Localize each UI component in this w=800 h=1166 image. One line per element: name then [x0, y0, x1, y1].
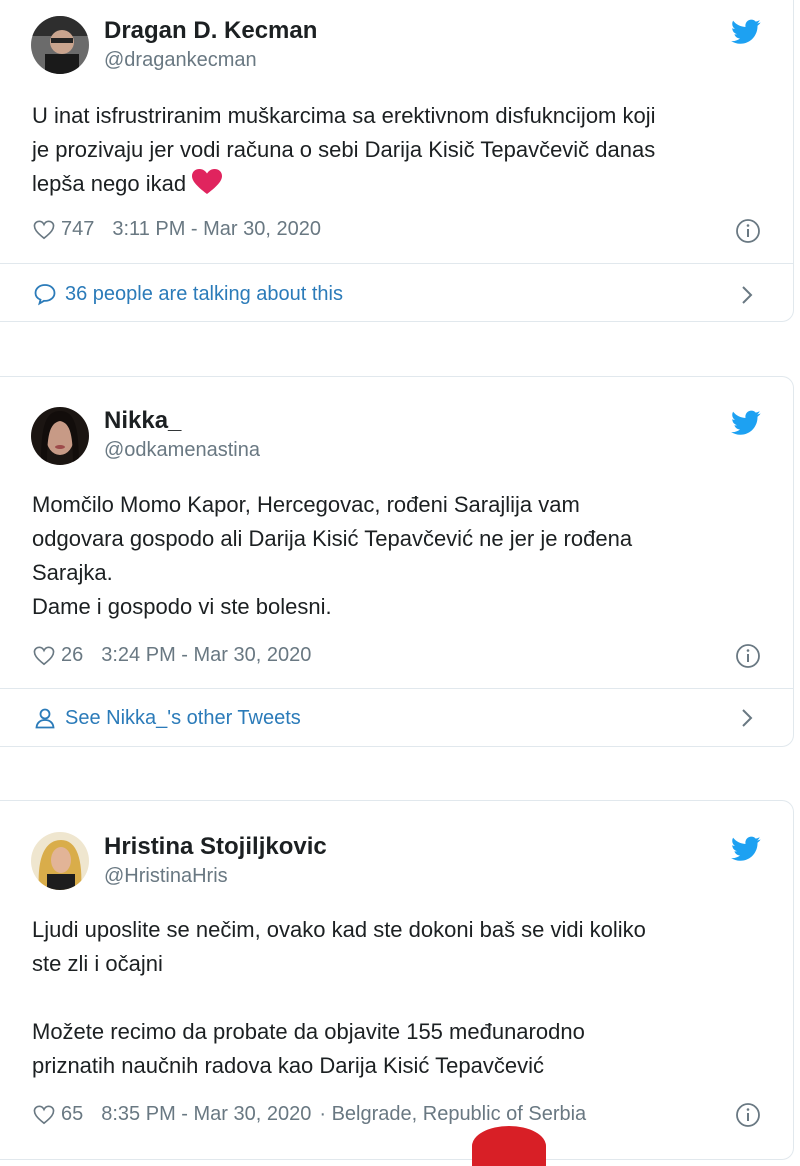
- twitter-bird-icon[interactable]: [731, 836, 761, 862]
- avatar[interactable]: [31, 407, 89, 465]
- other-tweets-link-label[interactable]: See Nikka_'s other Tweets: [65, 707, 301, 730]
- tweet-timestamp[interactable]: 3:11 PM - Mar 30, 2020: [112, 218, 321, 241]
- like-heart-icon[interactable]: [33, 646, 55, 666]
- author-name[interactable]: Dragan D. Kecman: [104, 17, 317, 45]
- tweet-text-line: [32, 981, 772, 1015]
- author-handle[interactable]: @HristinaHris: [104, 865, 228, 888]
- tweet-text: Ljudi uposlite se nečim, ovako kad ste d…: [32, 913, 772, 1083]
- tweet-timestamp[interactable]: 3:24 PM - Mar 30, 2020: [101, 644, 311, 667]
- tweet-text: Momčilo Momo Kapor, Hercegovac, rođeni S…: [32, 488, 772, 624]
- tweet-text: U inat isfrustriranim muškarcima sa erek…: [32, 99, 772, 201]
- tweet-text-line: odgovara gospodo ali Darija Kisić Tepavč…: [32, 526, 633, 551]
- tweet-meta: 747 3:11 PM - Mar 30, 2020: [33, 218, 321, 241]
- red-circle-graphic: [472, 1126, 546, 1166]
- info-icon[interactable]: [735, 1102, 761, 1128]
- avatar[interactable]: [31, 16, 89, 74]
- twitter-bird-icon[interactable]: [731, 410, 761, 436]
- tweet-card-2: Nikka_ @odkamenastina Momčilo Momo Kapor…: [0, 376, 794, 747]
- divider: [0, 263, 794, 264]
- chevron-right-icon[interactable]: [740, 284, 754, 306]
- avatar[interactable]: [31, 832, 89, 890]
- person-icon: [35, 708, 55, 729]
- author-name[interactable]: Nikka_: [104, 407, 181, 435]
- tweet-text-line: priznatih naučnih radova kao Darija Kisi…: [32, 1053, 544, 1078]
- chevron-right-icon[interactable]: [740, 707, 754, 729]
- conversation-link[interactable]: 36 people are talking about this: [33, 282, 343, 306]
- conversation-link-label[interactable]: 36 people are talking about this: [65, 283, 343, 306]
- tweet-meta: 65 8:35 PM - Mar 30, 2020 · Belgrade, Re…: [33, 1103, 586, 1126]
- like-count[interactable]: 26: [61, 644, 83, 667]
- info-icon[interactable]: [735, 643, 761, 669]
- tweet-text-line: Možete recimo da probate da objavite 155…: [32, 1019, 585, 1044]
- speech-bubble-icon: [34, 284, 56, 306]
- divider: [0, 688, 794, 689]
- other-tweets-link[interactable]: See Nikka_'s other Tweets: [33, 706, 301, 730]
- tweet-text-line: Dame i gospodo vi ste bolesni.: [32, 594, 332, 619]
- tweet-meta: 26 3:24 PM - Mar 30, 2020: [33, 644, 311, 667]
- tweet-text-line: U inat isfrustriranim muškarcima sa erek…: [32, 103, 656, 128]
- tweet-text-line: je prozivaju jer vodi računa o sebi Dari…: [32, 137, 656, 162]
- author-handle[interactable]: @odkamenastina: [104, 439, 260, 462]
- twitter-bird-icon[interactable]: [731, 19, 761, 45]
- author-name[interactable]: Hristina Stojiljkovic: [104, 833, 327, 861]
- like-heart-icon[interactable]: [33, 220, 55, 240]
- tweet-text-line: Ljudi uposlite se nečim, ovako kad ste d…: [32, 917, 646, 942]
- red-heart-emoji-icon: [192, 169, 223, 194]
- tweet-location[interactable]: · Belgrade, Republic of Serbia: [319, 1103, 586, 1126]
- like-heart-icon[interactable]: [33, 1105, 55, 1125]
- tweet-text-line: Sarajka.: [32, 560, 113, 585]
- tweet-text-line: lepša nego ikad: [32, 171, 187, 196]
- tweet-text-line: Momčilo Momo Kapor, Hercegovac, rođeni S…: [32, 492, 580, 517]
- tweet-text-line: ste zli i očajni: [32, 951, 163, 976]
- tweet-timestamp[interactable]: 8:35 PM - Mar 30, 2020: [101, 1103, 311, 1126]
- author-handle[interactable]: @dragankecman: [104, 49, 257, 72]
- tweet-card-1: Dragan D. Kecman @dragankecman U inat is…: [0, 0, 794, 322]
- tweet-card-3: Hristina Stojiljkovic @HristinaHris Ljud…: [0, 800, 794, 1160]
- info-icon[interactable]: [735, 218, 761, 244]
- like-count[interactable]: 65: [61, 1103, 83, 1126]
- like-count[interactable]: 747: [61, 218, 94, 241]
